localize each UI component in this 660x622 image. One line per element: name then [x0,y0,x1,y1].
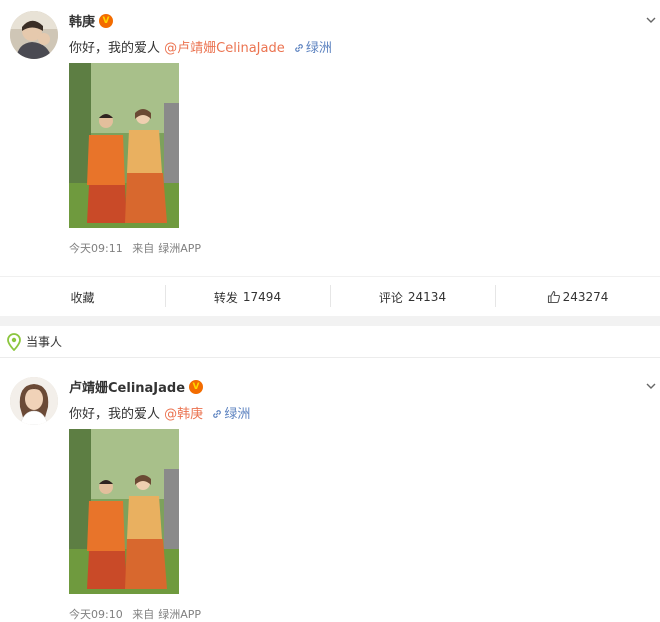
mention-link[interactable]: @韩庚 [164,407,203,422]
source-prefix: 来自 [132,608,155,621]
weibo-post-2: 卢靖姗CelinaJade V 你好，我的爱人 @韩庚 绿洲 今天09:10 来… [0,366,660,622]
link-icon [294,44,303,52]
repost-button[interactable]: 转发 17494 [165,277,330,317]
like-button[interactable]: 243274 [495,277,660,317]
location-link[interactable]: 绿洲 [289,41,332,56]
post-source[interactable]: 绿洲APP [158,242,201,255]
favorite-label: 收藏 [70,290,95,305]
post-time[interactable]: 今天09:11 [69,242,123,255]
link-icon [213,410,222,418]
chevron-down-icon[interactable] [646,381,656,391]
post-action-bar: 收藏 转发 17494 评论 24134 243274 [0,276,660,317]
repost-label: 转发 [213,290,238,305]
comment-label: 评论 [378,290,403,305]
post-time[interactable]: 今天09:10 [69,608,123,621]
location-link-text[interactable]: 绿洲 [224,407,250,422]
chevron-down-icon[interactable] [646,15,656,25]
thumbs-up-icon [547,290,560,304]
like-count: 243274 [562,290,609,304]
post-text: 你好，我的爱人 @卢靖姗CelinaJade 绿洲 [69,37,332,56]
location-link-text[interactable]: 绿洲 [306,41,332,56]
post-text: 你好，我的爱人 @韩庚 绿洲 [69,403,250,422]
username-text[interactable]: 韩庚 [69,11,95,30]
post-meta: 今天09:10 来自 绿洲APP [69,606,201,622]
post-photo[interactable] [69,429,179,594]
avatar[interactable] [10,377,58,425]
comment-count: 24134 [407,290,447,304]
verified-badge-icon: V [189,379,204,394]
favorite-button[interactable]: 收藏 [0,277,165,317]
post-photo[interactable] [69,63,179,228]
username[interactable]: 卢靖姗CelinaJade V [69,377,204,396]
verified-badge-icon: V [99,13,114,28]
mention-link[interactable]: @卢靖姗CelinaJade [164,41,285,56]
post-message: 你好，我的爱人 [69,407,161,422]
username-text[interactable]: 卢靖姗CelinaJade [69,377,185,396]
avatar[interactable] [10,11,58,59]
comment-button[interactable]: 评论 24134 [330,277,495,317]
source-prefix: 来自 [132,242,155,255]
party-section-header: 当事人 [0,326,660,358]
location-link[interactable]: 绿洲 [207,407,250,422]
location-pin-icon [7,332,21,351]
weibo-post-1: 韩庚 V 你好，我的爱人 @卢靖姗CelinaJade 绿洲 今天09:11 来… [0,0,660,276]
party-label: 当事人 [26,335,63,349]
repost-count: 17494 [242,290,282,304]
username[interactable]: 韩庚 V [69,11,114,30]
post-meta: 今天09:11 来自 绿洲APP [69,240,201,256]
post-message: 你好，我的爱人 [69,41,161,56]
post-source[interactable]: 绿洲APP [158,608,201,621]
section-divider [0,316,660,326]
